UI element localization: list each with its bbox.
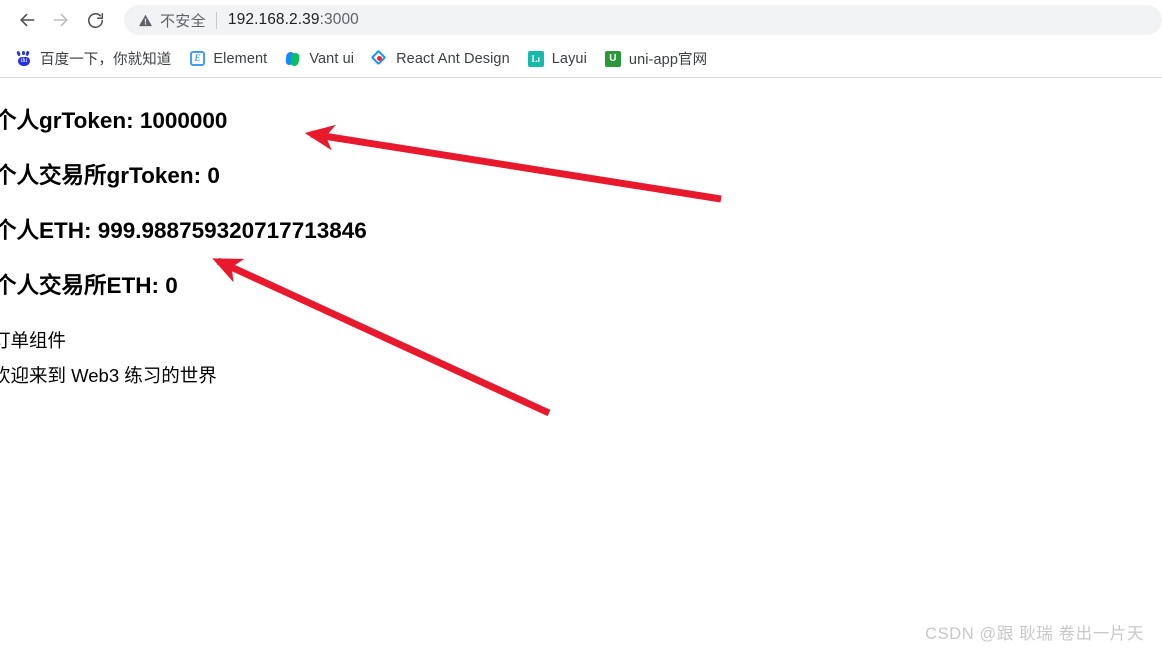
baidu-favicon-icon: du [16, 50, 32, 67]
vant-favicon-icon [285, 51, 301, 67]
arrow-left-icon [17, 10, 37, 30]
uniapp-favicon-icon: U [604, 50, 621, 67]
reload-button[interactable] [78, 3, 112, 37]
bookmark-label: React Ant Design [396, 50, 510, 67]
antdesign-favicon-icon [370, 49, 388, 67]
bookmark-uni-app[interactable]: U uni-app官网 [597, 45, 715, 73]
bookmark-react-ant-design[interactable]: React Ant Design [364, 45, 518, 73]
browser-toolbar: 不安全 192.168.2.39:3000 [0, 0, 1162, 40]
bookmark-label: Vant ui [309, 50, 355, 67]
balance-line-exchange-eth: 个人交易所ETH: 0 [0, 273, 178, 298]
balance-line-exchange-grtoken: 个人交易所grToken: 0 [0, 163, 220, 188]
address-bar-url: 192.168.2.39:3000 [228, 11, 359, 29]
balance-line-personal-eth: 个人ETH: 999.988759320717713846 [0, 218, 367, 243]
forward-button[interactable] [44, 3, 78, 37]
bookmark-label: 百度一下，你就知道 [40, 52, 172, 68]
back-button[interactable] [10, 3, 44, 37]
bookmark-vant-ui[interactable]: Vant ui [277, 45, 362, 73]
element-favicon-icon: E [189, 51, 205, 67]
bookmark-label: Element [213, 50, 268, 67]
layui-favicon-icon: Lı [527, 50, 544, 67]
bookmarks-bar: du 百度一下，你就知道 E Element Vant ui React Ant… [0, 40, 1162, 78]
bookmark-layui[interactable]: Lı Layui [520, 45, 595, 73]
browser-chrome: 不安全 192.168.2.39:3000 du 百度一下，你就知道 E Ele… [0, 0, 1162, 78]
welcome-text: 欢迎来到 Web3 练习的世界 [0, 365, 217, 386]
bookmark-label: Layui [551, 50, 587, 67]
arrow-right-icon [51, 10, 71, 30]
address-bar[interactable]: 不安全 192.168.2.39:3000 [124, 5, 1162, 35]
page-viewport: 个人grToken: 1000000 个人交易所grToken: 0 个人ETH… [0, 80, 1162, 656]
address-bar-url-port: :3000 [319, 11, 359, 28]
balance-line-personal-grtoken: 个人grToken: 1000000 [0, 108, 228, 133]
address-bar-url-host: 192.168.2.39 [227, 11, 320, 28]
order-component-heading: 订单组件 [0, 330, 67, 351]
reload-icon [86, 11, 105, 30]
bookmark-label: uni-app官网 [628, 52, 708, 68]
bookmark-element[interactable]: E Element [181, 45, 275, 73]
layui-favicon-glyph: Lı [527, 50, 544, 67]
csdn-watermark: CSDN @跟 耿瑞 卷出一片天 [925, 625, 1144, 643]
bookmark-baidu[interactable]: du 百度一下，你就知道 [8, 45, 179, 73]
uniapp-favicon-glyph: U [604, 50, 621, 67]
omnibox-divider [215, 11, 217, 29]
warning-triangle-icon[interactable] [138, 13, 153, 28]
security-status-label: 不安全 [160, 12, 206, 30]
